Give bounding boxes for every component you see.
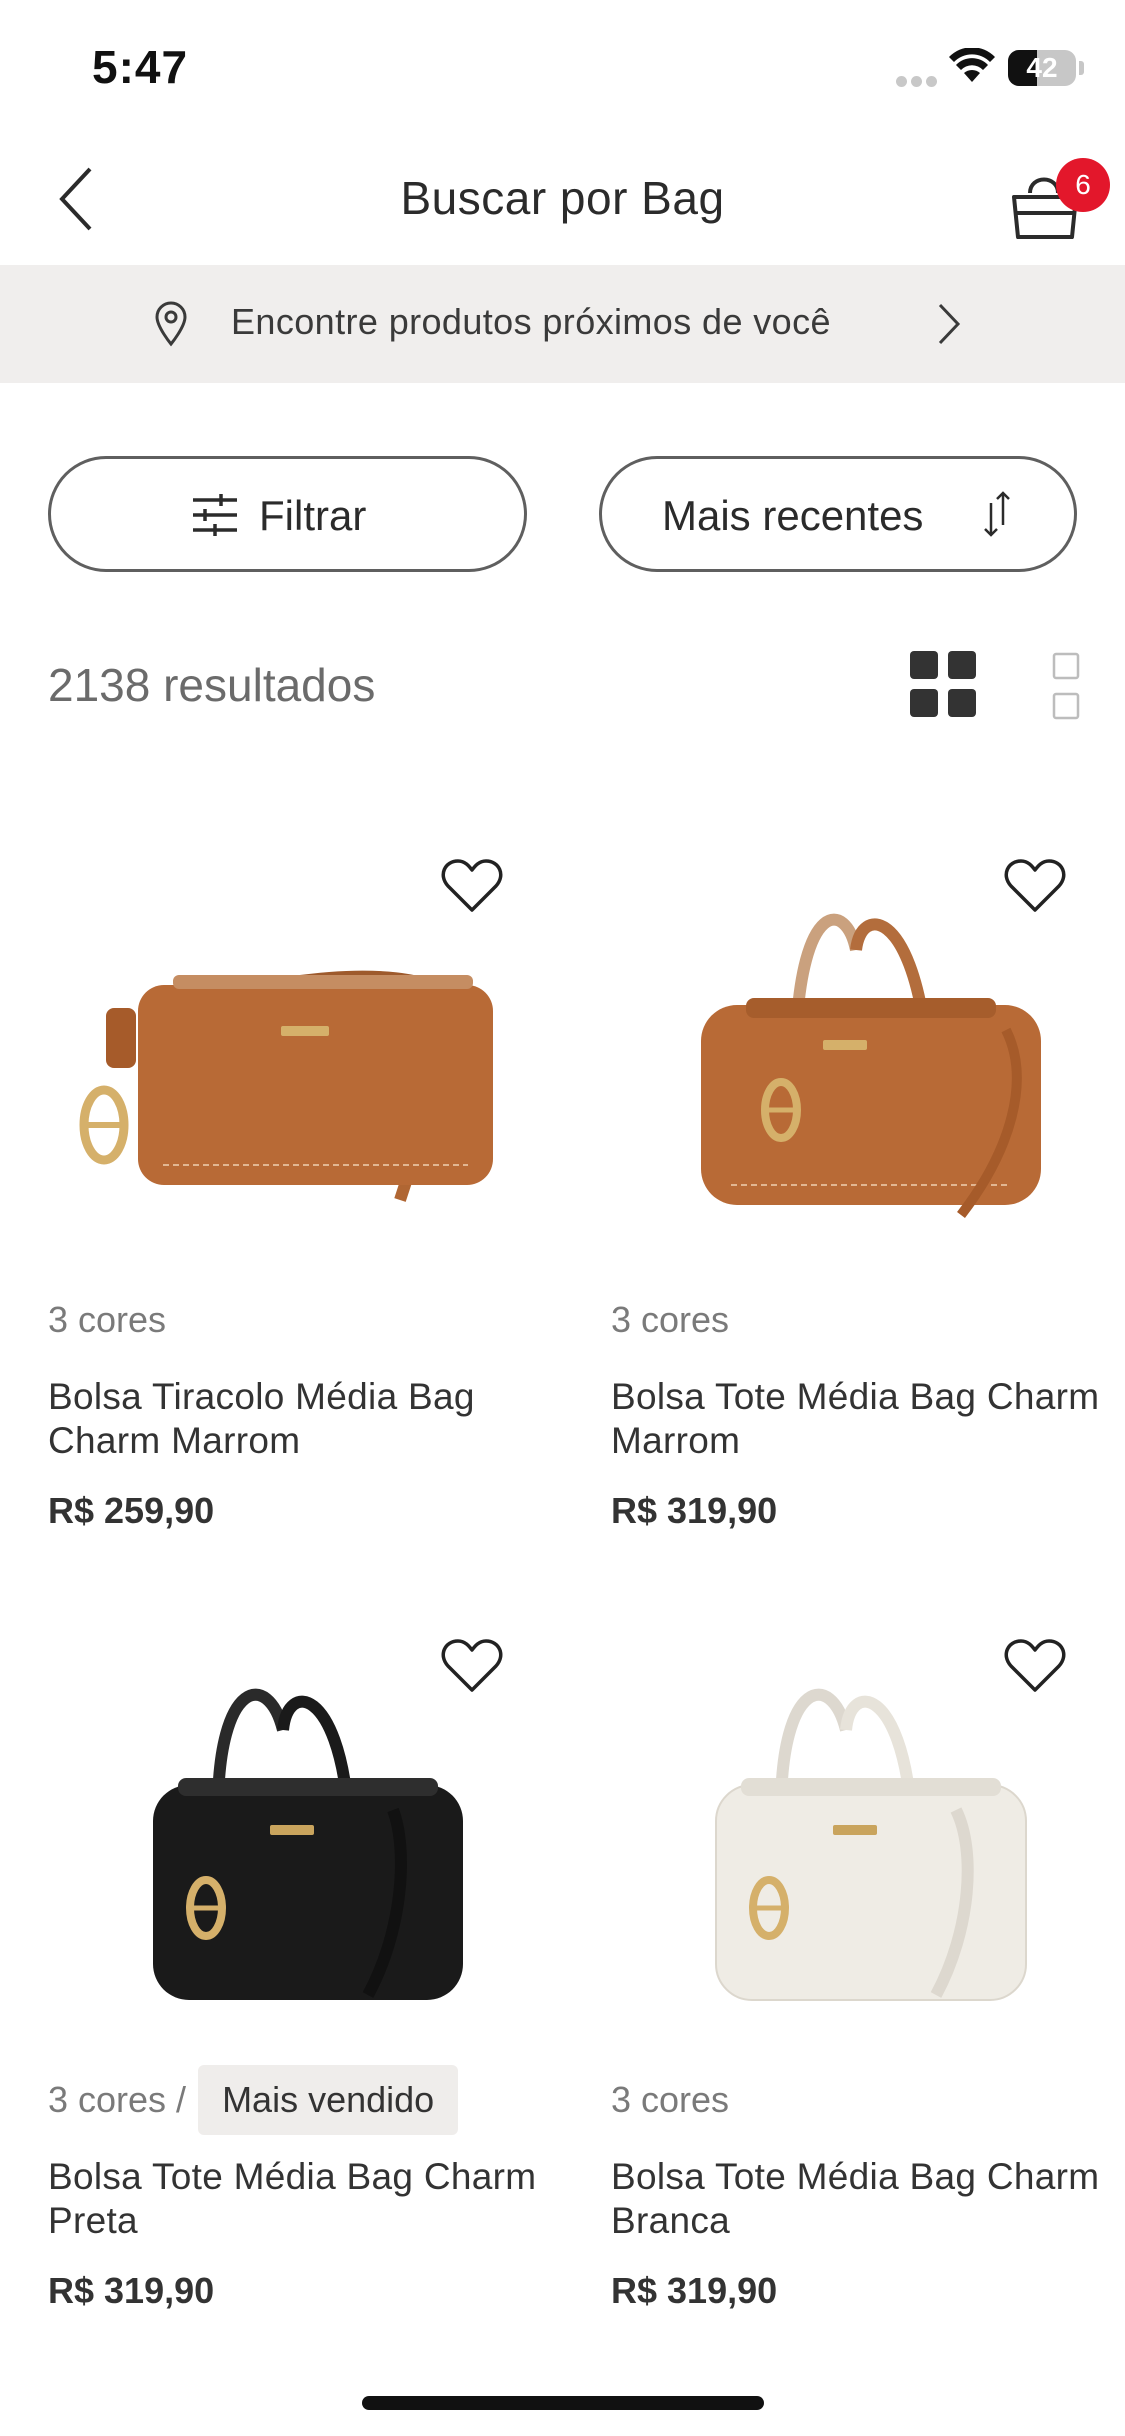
favorite-button[interactable] (440, 856, 504, 916)
product-name[interactable]: Bolsa Tiracolo Média Bag Charm Marrom (48, 1375, 548, 1463)
list-view-icon (1052, 652, 1080, 720)
color-count: 3 cores / (48, 2079, 187, 2120)
cellular-signal-icon (896, 74, 941, 92)
heart-icon (441, 1639, 503, 1692)
filter-button-label: Filtrar (259, 492, 367, 539)
page-title: Buscar por Bag (400, 172, 725, 224)
color-count: 3 cores (611, 1299, 730, 1340)
product-price: R$ 319,90 (48, 2270, 215, 2311)
product-meta: 3 cores / Mais vendido (48, 2065, 459, 2135)
sort-button-label: Mais recentes (662, 492, 924, 539)
grid-view-icon (910, 651, 976, 717)
favorite-button[interactable] (1003, 856, 1067, 916)
sort-arrows-icon (984, 491, 1010, 537)
color-count: 3 cores (611, 2079, 730, 2120)
heart-icon (1004, 1639, 1066, 1692)
status-bar: 5:47 42 (0, 0, 1125, 135)
heart-icon (441, 859, 503, 912)
chevron-right-icon (938, 303, 961, 345)
favorite-button[interactable] (440, 1636, 504, 1696)
list-view-button[interactable] (1048, 648, 1084, 724)
favorite-button[interactable] (1003, 1636, 1067, 1696)
filter-button[interactable]: Filtrar (48, 456, 527, 572)
location-banner[interactable]: Encontre produtos próximos de você (0, 265, 1125, 383)
sort-button[interactable]: Mais recentes (599, 456, 1077, 572)
battery-level-text: 42 (1026, 52, 1058, 83)
location-banner-text: Encontre produtos próximos de você (231, 301, 831, 342)
home-indicator (362, 2396, 764, 2410)
color-count: 3 cores (48, 1299, 167, 1340)
product-price: R$ 259,90 (48, 1490, 215, 1531)
product-meta: 3 cores (611, 2065, 729, 2135)
product-price: R$ 319,90 (611, 1490, 778, 1531)
cart-count-badge: 6 (1056, 158, 1110, 212)
product-meta: 3 cores (611, 1285, 729, 1355)
grid-view-button[interactable] (905, 646, 981, 722)
status-time: 5:47 (92, 41, 189, 93)
location-pin-icon (155, 301, 187, 347)
product-name[interactable]: Bolsa Tote Média Bag Charm Preta (48, 2155, 548, 2243)
battery-tip (1079, 61, 1084, 75)
wifi-icon (948, 47, 996, 89)
results-count: 2138 resultados (48, 659, 376, 711)
best-seller-badge: Mais vendido (198, 2065, 459, 2135)
product-name[interactable]: Bolsa Tote Média Bag Charm Branca (611, 2155, 1111, 2243)
top-navigation-bar: Buscar por Bag (0, 135, 1125, 265)
product-name[interactable]: Bolsa Tote Média Bag Charm Marrom (611, 1375, 1111, 1463)
heart-icon (1004, 859, 1066, 912)
product-price: R$ 319,90 (611, 2270, 778, 2311)
product-meta: 3 cores (48, 1285, 166, 1355)
battery-icon: 42 (1008, 50, 1076, 86)
sliders-icon (193, 494, 237, 536)
